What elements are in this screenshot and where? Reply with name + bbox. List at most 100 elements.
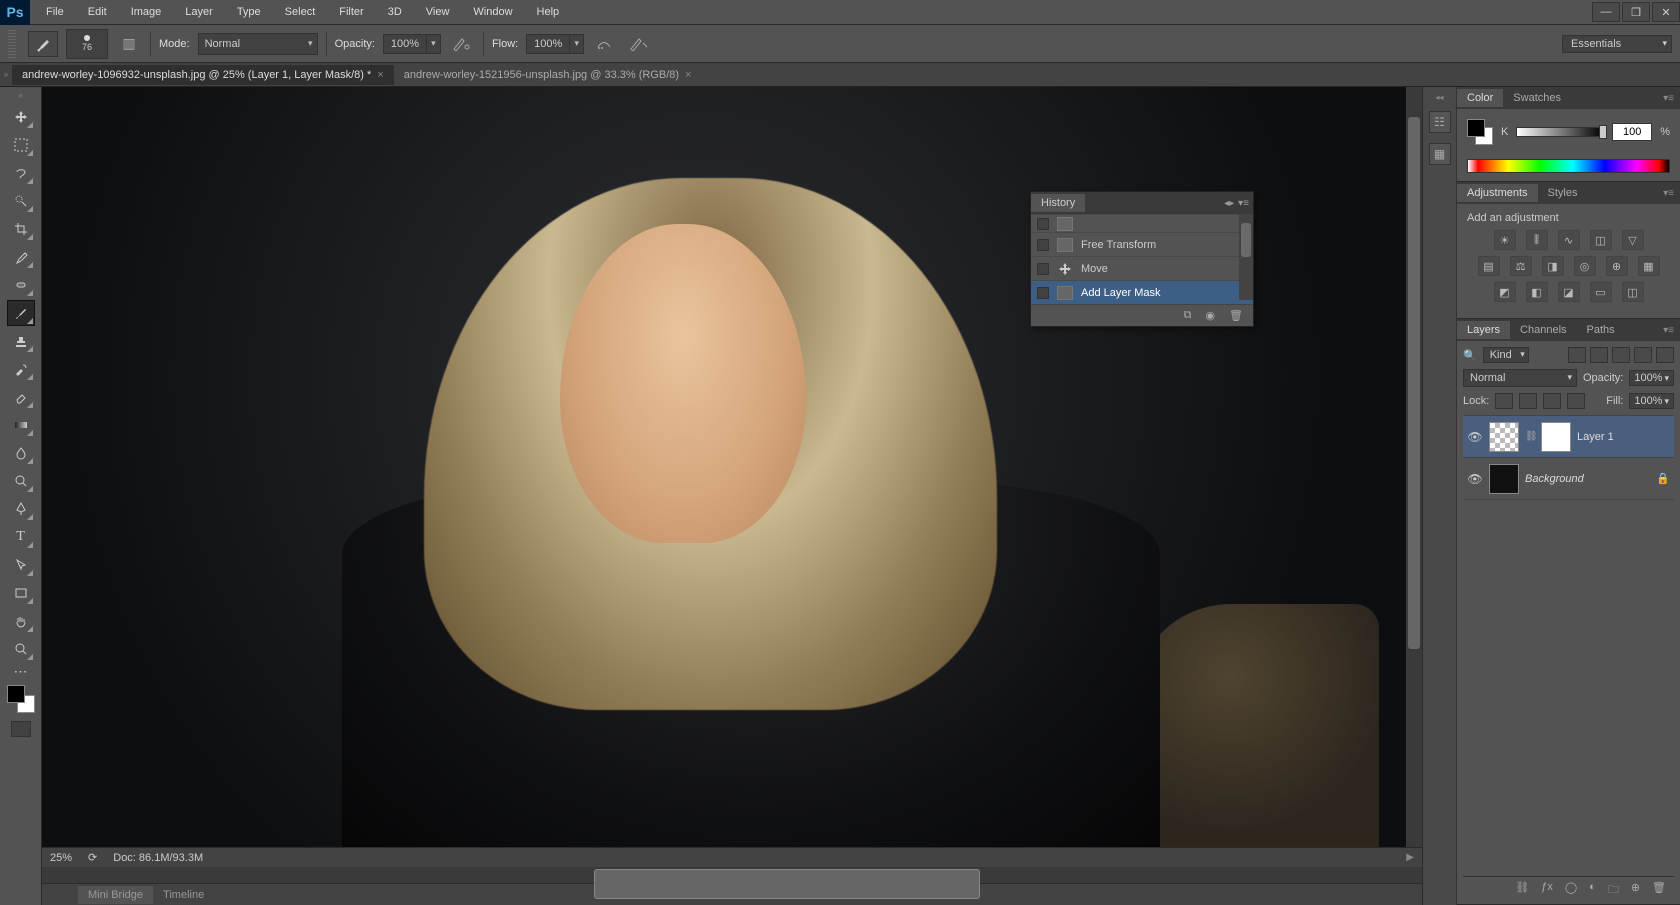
lock-pixels-icon[interactable] [1519,393,1537,409]
foreground-swatch[interactable] [7,685,25,703]
pen-tool[interactable] [7,496,35,522]
gradient-map-icon[interactable]: ▭ [1590,282,1612,302]
filter-adjust-icon[interactable] [1590,347,1608,363]
collapse-icon[interactable]: ◂▸ [1224,198,1234,209]
panel-menu-icon[interactable]: ▾≡ [1238,198,1249,209]
status-info-icon[interactable]: ⟳ [88,851,97,864]
pressure-size-icon[interactable] [626,33,652,55]
blend-mode-select[interactable]: Normal [198,33,318,55]
layer-fx-icon[interactable]: ƒx [1541,881,1553,900]
channels-tab[interactable]: Channels [1510,321,1576,339]
current-tool-icon[interactable] [28,31,58,57]
new-layer-icon[interactable]: ⊕ [1631,881,1640,900]
document-canvas[interactable]: History ◂▸ ▾≡ x [42,87,1406,847]
edit-toolbar-icon[interactable]: ⋯ [7,664,35,678]
layer-row[interactable]: 👁 Background 🔒 [1463,458,1674,500]
menu-edit[interactable]: Edit [76,2,119,22]
selective-color-icon[interactable]: ◫ [1622,282,1644,302]
new-document-from-state-icon[interactable]: ⧉ [1184,309,1192,322]
canvas-vertical-scrollbar[interactable] [1406,87,1422,847]
channel-mixer-icon[interactable]: ⊕ [1606,256,1628,276]
posterize-icon[interactable]: ◧ [1526,282,1548,302]
history-item[interactable]: x [1031,214,1253,232]
filter-type-icon[interactable] [1612,347,1630,363]
menu-type[interactable]: Type [225,2,273,22]
color-balance-icon[interactable]: ⚖ [1510,256,1532,276]
layer-blend-select[interactable]: Normal [1463,369,1577,387]
new-group-icon[interactable]: 🗀 [1608,881,1619,900]
vibrance-icon[interactable]: ▽ [1622,230,1644,250]
styles-tab[interactable]: Styles [1538,184,1588,202]
delete-state-icon[interactable]: 🗑 [1229,309,1243,322]
crop-tool[interactable] [7,216,35,242]
layer-opacity-input[interactable]: 100%▾ [1629,370,1674,386]
panel-menu-icon[interactable]: ▾≡ [1657,325,1680,336]
invert-icon[interactable]: ◩ [1494,282,1516,302]
layer-name[interactable]: Layer 1 [1577,431,1614,443]
snapshot-icon[interactable]: ◉ [1205,309,1215,322]
brightness-contrast-icon[interactable]: ☀ [1494,230,1516,250]
timeline-tab[interactable]: Timeline [153,886,214,904]
close-icon[interactable]: × [377,69,383,81]
layer-thumbnail[interactable] [1489,464,1519,494]
history-scrollbar[interactable] [1239,214,1253,300]
status-menu-icon[interactable]: ▶ [1406,852,1414,863]
menu-filter[interactable]: Filter [327,2,375,22]
zoom-tool[interactable] [7,636,35,662]
filter-pixel-icon[interactable] [1568,347,1586,363]
threshold-icon[interactable]: ◪ [1558,282,1580,302]
color-lookup-icon[interactable]: ▦ [1638,256,1660,276]
filter-search-icon[interactable]: 🔍 [1463,349,1477,362]
healing-tool[interactable] [7,272,35,298]
dock-expand-icon[interactable]: ◂◂ [1435,93,1443,101]
lock-position-icon[interactable] [1543,393,1561,409]
color-swatch-stack[interactable] [1467,119,1493,145]
options-grip[interactable] [8,30,16,58]
panel-menu-icon[interactable]: ▾≡ [1657,188,1680,199]
menu-file[interactable]: File [34,2,76,22]
delete-layer-icon[interactable]: 🗑 [1652,881,1666,900]
lock-all-icon[interactable] [1567,393,1585,409]
photo-filter-icon[interactable]: ◎ [1574,256,1596,276]
path-select-tool[interactable] [7,552,35,578]
layer-filter-select[interactable]: Kind [1483,347,1529,363]
history-brush-tool[interactable] [7,356,35,382]
close-icon[interactable]: × [685,69,691,81]
menu-view[interactable]: View [414,2,462,22]
panel-menu-icon[interactable]: ▾≡ [1657,93,1680,104]
dock-icon[interactable]: ▦ [1429,143,1451,165]
minimize-button[interactable]: — [1592,2,1620,22]
adjustments-tab[interactable]: Adjustments [1457,184,1538,202]
canvas-horizontal-scrollbar[interactable] [42,867,1422,883]
marquee-tool[interactable] [7,132,35,158]
foreground-color[interactable] [1467,119,1485,137]
shape-tool[interactable] [7,580,35,606]
hand-tool[interactable] [7,608,35,634]
foreground-background-swatches[interactable] [7,685,35,713]
history-checkbox[interactable] [1037,239,1049,251]
airbrush-icon[interactable] [592,33,618,55]
k-value-input[interactable]: 100 [1612,123,1652,141]
layer-fill-input[interactable]: 100%▾ [1629,393,1674,409]
flow-input[interactable]: 100% [526,34,570,54]
history-tab[interactable]: History [1031,194,1085,212]
menu-window[interactable]: Window [461,2,524,22]
add-mask-icon[interactable]: ◯ [1565,881,1577,900]
gradient-tool[interactable] [7,412,35,438]
maximize-button[interactable]: ❐ [1622,2,1650,22]
dock-icon[interactable]: ☷ [1429,111,1451,133]
workspace-select[interactable]: Essentials [1562,35,1672,53]
exposure-icon[interactable]: ◫ [1590,230,1612,250]
lasso-tool[interactable] [7,160,35,186]
opacity-input[interactable]: 100% [383,34,427,54]
move-tool[interactable] [7,104,35,130]
filter-shape-icon[interactable] [1634,347,1652,363]
flow-dropdown[interactable] [570,34,584,54]
menu-image[interactable]: Image [119,2,174,22]
layer-thumbnail[interactable] [1489,422,1519,452]
opacity-dropdown[interactable] [427,34,441,54]
tab-document-1[interactable]: andrew-worley-1096932-unsplash.jpg @ 25%… [12,65,394,85]
mask-link-icon[interactable]: ⛓ [1525,431,1535,442]
tab-document-2[interactable]: andrew-worley-1521956-unsplash.jpg @ 33.… [394,65,702,85]
slider-handle[interactable] [1599,125,1607,139]
